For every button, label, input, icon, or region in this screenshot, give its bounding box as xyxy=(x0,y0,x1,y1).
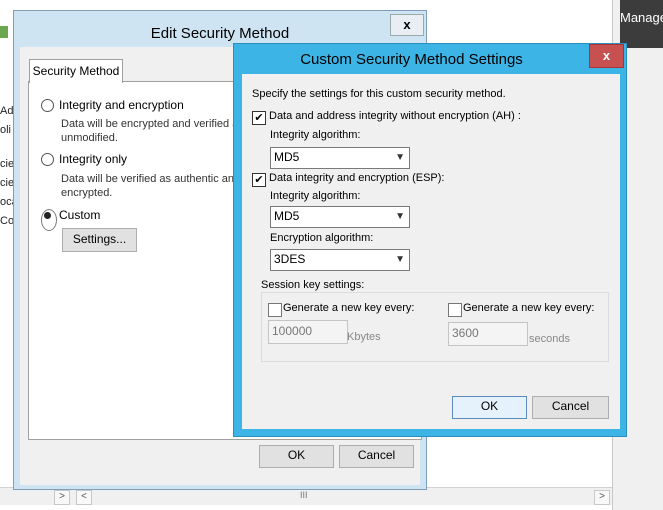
chevron-down-icon: ▼ xyxy=(395,254,405,265)
cancel-button[interactable]: Cancel xyxy=(532,396,609,419)
seconds-rekey-label: Generate a new key every: xyxy=(463,302,595,314)
instruction-text: Specify the settings for this custom sec… xyxy=(252,88,506,100)
background-text-fragment: cie xyxy=(0,177,15,189)
dialog-title: Custom Security Method Settings xyxy=(300,51,523,68)
radio-integrity-and-encryption[interactable] xyxy=(41,99,54,112)
radio-label: Integrity and encryption xyxy=(59,98,184,112)
radio-label: Custom xyxy=(59,208,101,222)
dropdown-value: 3DES xyxy=(274,252,306,266)
scroll-right-arrow-icon[interactable]: > xyxy=(594,490,610,505)
esp-integrity-dropdown[interactable]: MD5 ▼ xyxy=(270,206,410,228)
cancel-button[interactable]: Cancel xyxy=(339,445,414,468)
kbytes-input[interactable]: 100000 xyxy=(268,320,348,344)
kbytes-unit: Kbytes xyxy=(347,331,381,343)
ah-integrity-label: Integrity algorithm: xyxy=(270,129,361,141)
scroll-right-arrow-icon[interactable]: > xyxy=(54,490,70,505)
radio-custom[interactable] xyxy=(41,209,57,231)
settings-button[interactable]: Settings... xyxy=(62,228,137,252)
esp-encryption-dropdown[interactable]: 3DES ▼ xyxy=(270,249,410,271)
dropdown-value: MD5 xyxy=(274,150,300,164)
option-description: unmodified. xyxy=(61,132,118,144)
ah-checkbox-label: Data and address integrity without encry… xyxy=(269,110,521,122)
option-description: encrypted. xyxy=(61,187,113,199)
manage-menu[interactable]: Manage xyxy=(620,0,663,48)
background-text-fragment: cie xyxy=(0,158,15,170)
session-key-group-label: Session key settings: xyxy=(261,279,367,291)
dropdown-value: MD5 xyxy=(274,209,300,223)
dialog-title: Edit Security Method xyxy=(150,25,290,42)
dialog-body: Specify the settings for this custom sec… xyxy=(242,74,620,429)
scroll-left-arrow-icon[interactable]: < xyxy=(76,490,92,505)
option-description: Data will be verified as authentic and xyxy=(61,173,241,185)
esp-checkbox[interactable]: ✔ xyxy=(252,173,266,187)
chevron-down-icon: ▼ xyxy=(395,152,405,163)
background-text-fragment: oli xyxy=(0,124,12,136)
custom-security-method-settings-dialog: Custom Security Method Settings x Specif… xyxy=(233,43,627,437)
esp-checkbox-label: Data integrity and encryption (ESP): xyxy=(269,172,445,184)
ah-integrity-dropdown[interactable]: MD5 ▼ xyxy=(270,147,410,169)
seconds-unit: seconds xyxy=(529,333,570,345)
ah-checkbox[interactable]: ✔ xyxy=(252,111,266,125)
radio-label: Integrity only xyxy=(59,152,128,166)
close-icon[interactable]: x xyxy=(390,14,424,36)
esp-encryption-label: Encryption algorithm: xyxy=(270,232,374,244)
close-icon[interactable]: x xyxy=(589,44,624,68)
seconds-input[interactable]: 3600 xyxy=(448,322,528,346)
green-arrow-icon xyxy=(0,26,8,38)
ok-button[interactable]: OK xyxy=(452,396,527,419)
esp-integrity-label: Integrity algorithm: xyxy=(270,190,361,202)
ok-button[interactable]: OK xyxy=(259,445,334,468)
chevron-down-icon: ▼ xyxy=(395,211,405,222)
kbytes-rekey-label: Generate a new key every: xyxy=(283,302,415,314)
radio-integrity-only[interactable] xyxy=(41,153,54,166)
scroll-grip-icon[interactable]: III xyxy=(300,490,308,500)
option-description: Data will be encrypted and verified a xyxy=(61,118,239,130)
tab-security-method[interactable]: Security Method xyxy=(29,59,123,83)
background-left-pane: Adv oli cie cie oca Cor xyxy=(0,0,19,510)
kbytes-rekey-checkbox[interactable] xyxy=(268,303,282,317)
seconds-rekey-checkbox[interactable] xyxy=(448,303,462,317)
